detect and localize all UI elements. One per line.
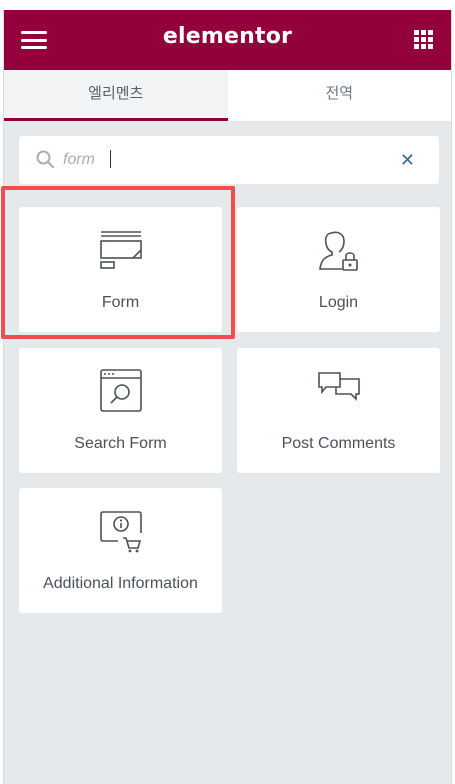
- panel-tabs: 엘리멘츠 전역: [4, 70, 451, 121]
- widget-post-comments[interactable]: Post Comments: [237, 348, 440, 473]
- login-icon: [318, 231, 358, 271]
- post-comments-icon: [317, 372, 360, 401]
- widgets-grid-icon[interactable]: [414, 30, 433, 49]
- text-caret: [110, 150, 111, 168]
- panel-header: elementor: [4, 10, 451, 70]
- widget-search-form[interactable]: Search Form: [19, 348, 222, 473]
- elementor-logo: elementor: [162, 24, 293, 49]
- elementor-panel: elementor 엘리멘츠 전역 ✕: [3, 10, 452, 784]
- widget-label: Search Form: [74, 435, 167, 452]
- widget-additional-information[interactable]: Additional Information: [19, 488, 222, 613]
- search-form-icon: [99, 369, 142, 412]
- search-icon: [36, 150, 54, 168]
- search-box: ✕: [19, 136, 439, 184]
- search-input[interactable]: [63, 147, 383, 173]
- additional-information-icon: [99, 511, 142, 553]
- widget-label: Additional Information: [43, 575, 198, 592]
- tab-global[interactable]: 전역: [227, 70, 451, 121]
- widget-label: Login: [318, 294, 359, 311]
- widget-form[interactable]: Form: [19, 207, 222, 332]
- form-icon: [99, 231, 142, 269]
- tab-elements[interactable]: 엘리멘츠: [4, 70, 228, 121]
- widget-label: Form: [101, 294, 140, 311]
- widget-login[interactable]: Login: [237, 207, 440, 332]
- clear-search-icon[interactable]: ✕: [400, 150, 415, 170]
- widget-label: Post Comments: [281, 435, 396, 452]
